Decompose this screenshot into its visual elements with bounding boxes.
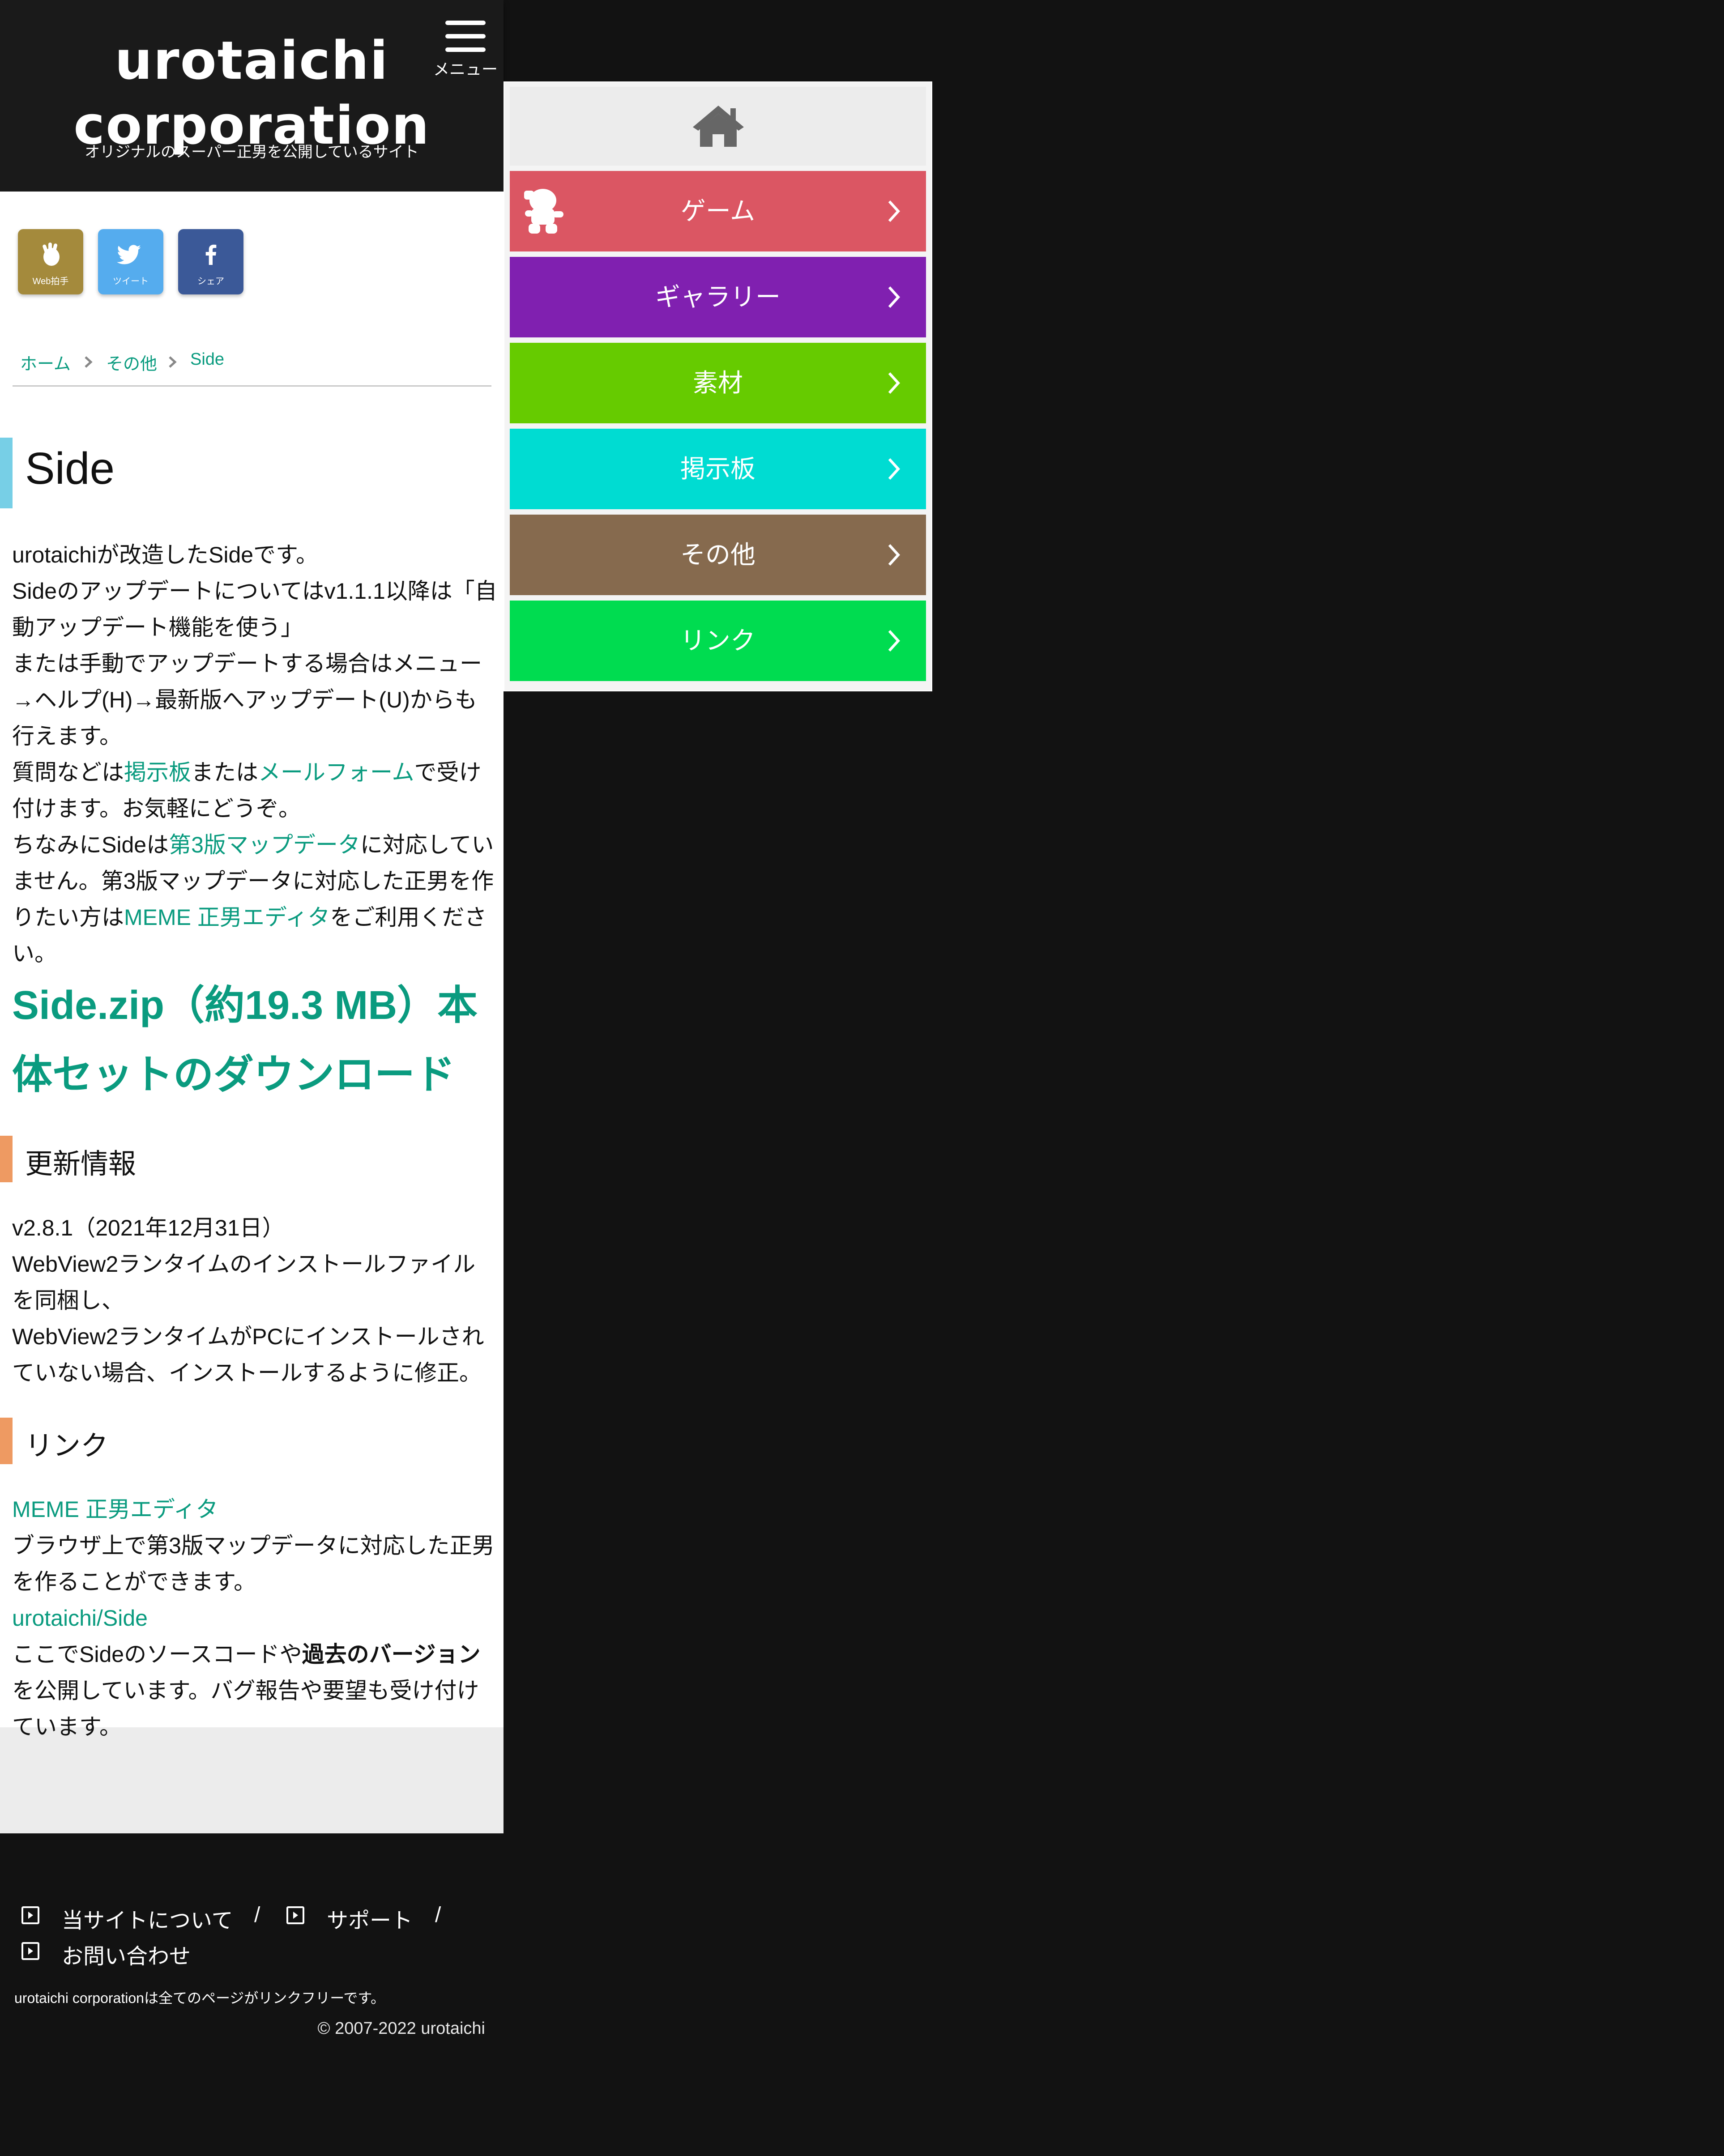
site-header: urotaichi corporation オリジナルのスーパー正男を公開してい… [0, 0, 504, 192]
nav-item-other[interactable]: その他 [510, 515, 926, 595]
meme-editor-link[interactable]: MEME 正男エディタ [12, 1497, 218, 1522]
footer-separator: / [435, 1903, 441, 1927]
intro-paragraph: または手動でアップデートする場合はメニュー→ヘルプ(H)→最新版へアップデート(… [12, 651, 482, 749]
hamburger-icon [445, 17, 486, 52]
nav-item-gallery[interactable]: ギャラリー [510, 257, 926, 337]
menu-button[interactable]: メニュー [427, 13, 504, 81]
tweet-label: ツイート [113, 277, 149, 286]
share-label: シェア [197, 277, 224, 286]
play-square-icon [286, 1906, 304, 1924]
footer-support-link[interactable]: サポート [327, 1903, 413, 1934]
updates-text: v2.8.1（2021年12月31日） WebView2ランタイムのインストール… [12, 1210, 498, 1391]
chevron-right-icon [888, 200, 900, 222]
chevron-right-icon [888, 286, 900, 308]
page-title: Side [25, 443, 115, 494]
link-description: ここでSideのソースコードや過去のバージョンを公開しています。バグ報告や要望も… [12, 1642, 481, 1739]
breadcrumb-category[interactable]: その他 [106, 350, 157, 375]
twitter-bird-icon [117, 245, 141, 264]
github-side-link[interactable]: urotaichi/Side [12, 1606, 148, 1631]
nav-label: その他 [680, 541, 755, 569]
footer-contact-link[interactable]: お問い合わせ [62, 1939, 191, 1970]
footer-separator: / [254, 1903, 260, 1927]
map-data-v3-link[interactable]: 第3版マップデータ [169, 832, 360, 857]
breadcrumb-current[interactable]: Side [190, 350, 224, 369]
breadcrumb-divider [13, 385, 491, 387]
nav-item-bbs[interactable]: 掲示板 [510, 429, 926, 509]
chevron-right-icon [888, 458, 900, 480]
nav-item-game[interactable]: ゲーム [510, 171, 926, 251]
chevron-right-icon [888, 372, 900, 394]
nav-home-button[interactable] [510, 87, 926, 166]
chevron-right-icon [888, 544, 900, 566]
play-square-icon [21, 1942, 39, 1960]
bbs-link[interactable]: 掲示板 [124, 760, 191, 785]
update-line: WebView2ランタイムがPCにインストールされていない場合、インストールする… [12, 1324, 484, 1385]
intro-text: urotaichiが改造したSideです。 Sideのアップデートについてはv1… [12, 537, 498, 972]
updates-title: 更新情報 [25, 1149, 137, 1180]
nav-label: ギャラリー [655, 283, 781, 311]
breadcrumb-home[interactable]: ホーム [20, 350, 71, 375]
nav-label: リンク [680, 626, 755, 655]
intro-paragraph: Sideのアップデートについてはv1.1.1以降は「自動アップデート機能を使う」 [12, 579, 497, 640]
links-text: MEME 正男エディタ ブラウザ上で第3版マップデータに対応した正男を作ることが… [12, 1491, 498, 1745]
links-title: リンク [25, 1431, 109, 1461]
chevron-right-icon [888, 630, 900, 652]
update-line: WebView2ランタイムのインストールファイルを同梱し、 [12, 1252, 476, 1313]
chevron-right-icon [169, 356, 177, 368]
meme-editor-link[interactable]: MEME 正男エディタ [124, 905, 330, 930]
nav-label: 掲示板 [680, 455, 755, 483]
nav-item-materials[interactable]: 素材 [510, 343, 926, 423]
section-accent-bar [0, 1136, 13, 1182]
chevron-right-icon [85, 356, 93, 368]
nav-label: ゲーム [680, 197, 755, 225]
mail-form-link[interactable]: メールフォーム [258, 760, 414, 785]
update-version: v2.8.1（2021年12月31日） [12, 1215, 285, 1240]
download-link[interactable]: Side.zip（約19.3 MB）本体セットのダウンロード [12, 971, 498, 1110]
intro-paragraph: 質問などは掲示板またはメールフォームで受け付けます。お気軽にどうぞ。 [12, 760, 482, 821]
footer-about-link[interactable]: 当サイトについて [62, 1903, 233, 1934]
web-clap-button[interactable]: Web拍手 [18, 229, 83, 294]
title-accent-bar [0, 438, 13, 508]
copyright: © 2007-2022 urotaichi [317, 2019, 485, 2038]
tweet-button[interactable]: ツイート [98, 229, 163, 294]
facebook-share-button[interactable]: シェア [178, 229, 243, 294]
site-tagline: オリジナルのスーパー正男を公開しているサイト [85, 144, 419, 161]
menu-label: メニュー [433, 60, 498, 78]
link-description: ブラウザ上で第3版マップデータに対応した正男を作ることができます。 [12, 1533, 495, 1594]
play-square-icon [21, 1906, 39, 1924]
facebook-f-icon [205, 244, 217, 265]
nav-item-links[interactable]: リンク [510, 601, 926, 681]
clap-icon [43, 243, 60, 266]
nav-menu-panel: ゲーム ギャラリー 素材 掲示板 その他 リンク [504, 81, 932, 691]
link-free-notice: urotaichi corporationは全てのページがリンクフリーです。 [14, 1990, 385, 2006]
web-clap-label: Web拍手 [32, 277, 69, 286]
section-accent-bar [0, 1418, 13, 1464]
intro-paragraph: ちなみにSideは第3版マップデータに対応していません。第3版マップデータに対応… [12, 832, 494, 966]
nav-label: 素材 [693, 369, 743, 397]
home-icon [693, 106, 744, 147]
intro-paragraph: urotaichiが改造したSideです。 [12, 542, 319, 567]
